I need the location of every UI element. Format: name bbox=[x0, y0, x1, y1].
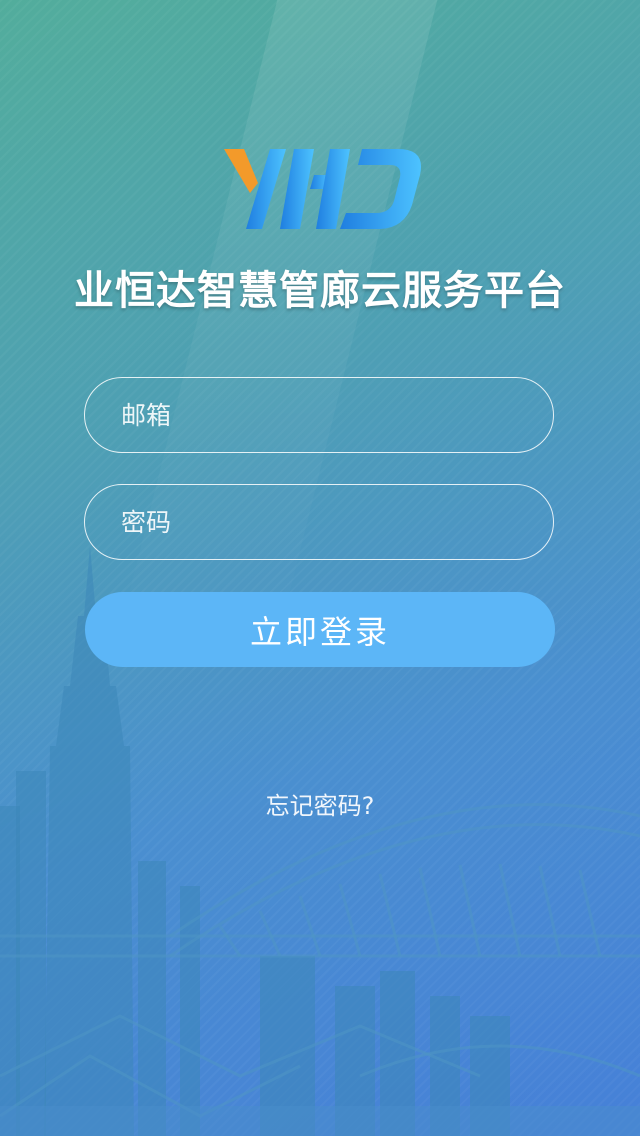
email-input[interactable] bbox=[119, 378, 523, 453]
email-field[interactable] bbox=[84, 377, 554, 453]
forgot-password-link[interactable]: 忘记密码? bbox=[0, 786, 640, 821]
login-button[interactable]: 立即登录 bbox=[85, 592, 555, 667]
password-field[interactable] bbox=[84, 484, 554, 560]
yhd-logo bbox=[224, 149, 422, 229]
app-title: 业恒达智慧管廊云服务平台 bbox=[74, 268, 566, 314]
password-input[interactable] bbox=[119, 485, 523, 560]
